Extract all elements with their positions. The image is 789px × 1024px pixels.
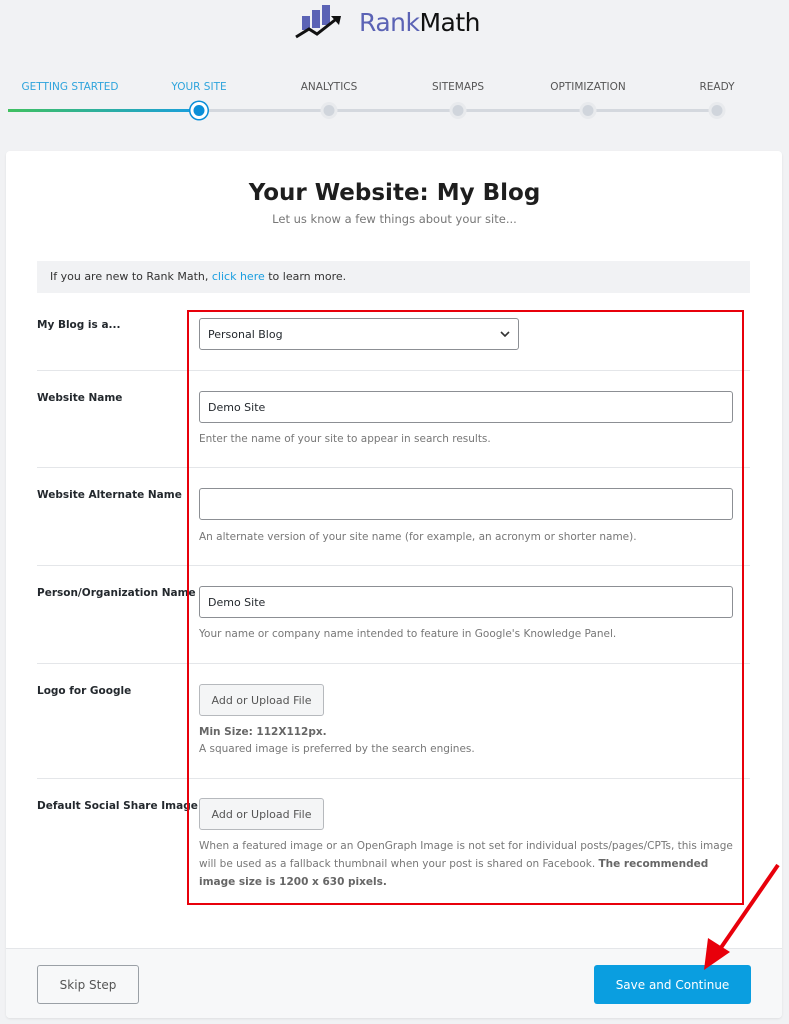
step-label: ANALYTICS	[300, 81, 358, 93]
step-label: YOUR SITE	[171, 81, 227, 93]
step-label: OPTIMIZATION	[550, 81, 626, 93]
step-label: SITEMAPS	[431, 81, 485, 93]
skip-step-button[interactable]: Skip Step	[37, 965, 139, 1004]
social-image-label: Default Social Share Image	[37, 800, 198, 812]
step-dot	[708, 102, 726, 119]
step-dot	[320, 102, 338, 119]
progress-fill	[8, 109, 200, 112]
red-arrow-annotation	[704, 863, 780, 970]
highlight-box	[187, 310, 744, 905]
info-notice: If you are new to Rank Math, click here …	[37, 261, 750, 293]
click-here-link[interactable]: click here	[212, 270, 265, 283]
logo-label: Logo for Google	[37, 685, 132, 697]
page-subtitle: Let us know a few things about your site…	[272, 212, 517, 226]
blog-type-label: My Blog is a...	[37, 319, 121, 331]
rank-math-logo: RankMath	[295, 4, 481, 40]
page-title: Your Website: My Blog	[248, 180, 541, 206]
step-label: READY	[699, 81, 735, 93]
step-label: GETTING STARTED	[21, 81, 119, 93]
alt-name-label: Website Alternate Name	[37, 489, 182, 501]
website-name-label: Website Name	[37, 392, 123, 404]
logo-chart-icon	[295, 5, 341, 39]
step-dot	[579, 102, 597, 119]
step-dot	[190, 102, 208, 119]
org-name-label: Person/Organization Name	[37, 587, 196, 599]
step-dot	[449, 102, 467, 119]
